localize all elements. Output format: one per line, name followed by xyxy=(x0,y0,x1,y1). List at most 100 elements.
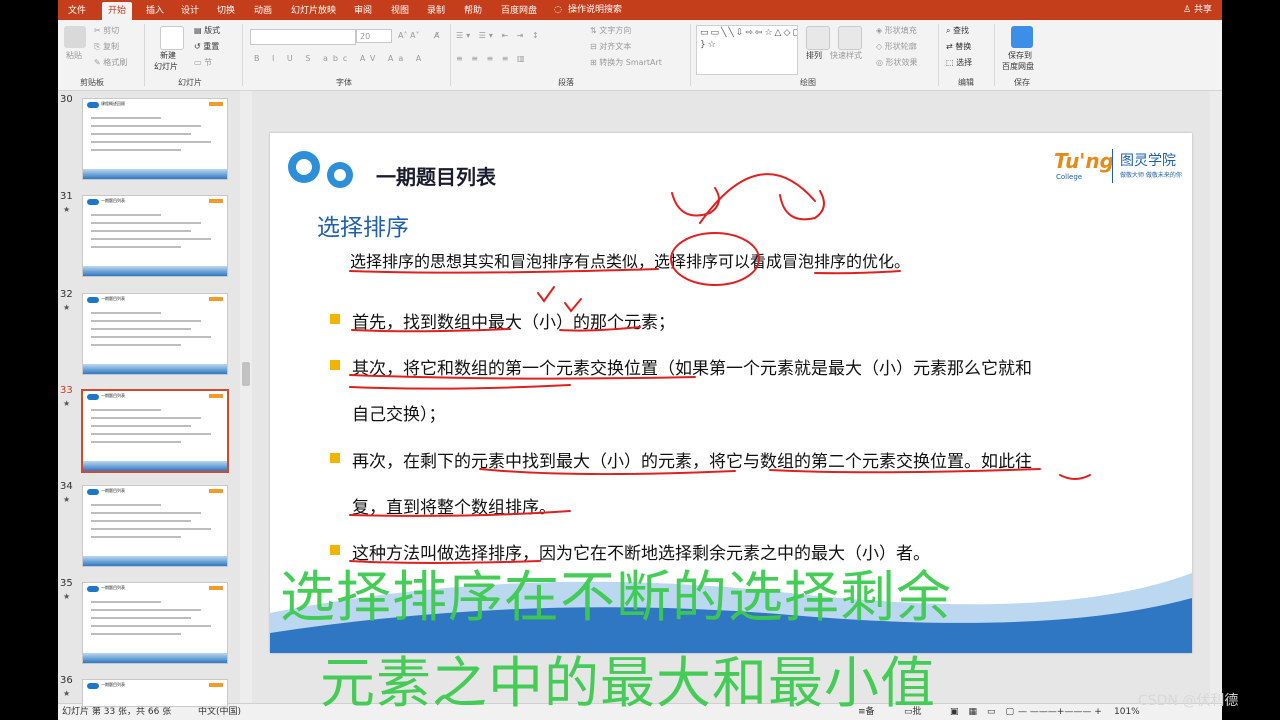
text-line xyxy=(91,441,181,443)
tell-me-search[interactable]: 操作说明搜索 xyxy=(568,3,622,17)
text-line xyxy=(91,222,201,224)
text-line xyxy=(91,617,191,619)
replace-button[interactable]: ⇄ 替换 xyxy=(946,42,971,52)
tab-view[interactable]: 视图 xyxy=(391,2,409,20)
divider xyxy=(994,24,995,86)
format-painter-label: 格式刷 xyxy=(103,58,128,67)
shape-effects-label: 形状效果 xyxy=(885,58,918,67)
overlay-caption-line1: 选择排序在不断的选择剩余 xyxy=(280,565,953,629)
cloud-icon[interactable] xyxy=(1011,26,1033,48)
font-size-dropdown[interactable]: 20 xyxy=(356,29,392,43)
slide-scrollbar[interactable] xyxy=(1210,91,1222,703)
shape-fill-button[interactable]: ◈ 形状填充 xyxy=(876,26,917,36)
quick-styles-icon[interactable] xyxy=(838,26,862,50)
new-slide-button[interactable]: 新建 xyxy=(160,51,176,61)
quick-styles-button[interactable]: 快速样式 xyxy=(830,51,862,61)
slide-thumbnail[interactable]: 一期题目列表 xyxy=(82,679,228,707)
text-line xyxy=(91,625,211,627)
new-slide-icon[interactable] xyxy=(160,26,184,50)
tab-insert[interactable]: 插入 xyxy=(146,2,164,20)
transition-star-icon: ★ xyxy=(63,689,71,698)
grow-font-icon[interactable]: A˄ A˅ xyxy=(398,31,420,41)
paragraph-group-label: 段落 xyxy=(558,78,574,87)
gears-icon xyxy=(87,586,99,592)
tab-slideshow[interactable]: 幻灯片放映 xyxy=(291,2,336,20)
arrange-button[interactable]: 排列 xyxy=(806,51,822,61)
paste-button[interactable]: 粘贴 xyxy=(66,51,82,61)
tab-home[interactable]: 开始 xyxy=(102,2,133,20)
gears-icon xyxy=(87,297,99,303)
text-line xyxy=(91,433,211,435)
tab-baidu-netdisk[interactable]: 百度网盘 xyxy=(501,2,537,20)
smartart-button[interactable]: ⊞ 转换为 SmartArt xyxy=(590,58,662,68)
shape-effects-button[interactable]: ◎ 形状效果 xyxy=(876,58,918,68)
logo xyxy=(209,199,223,203)
text-line xyxy=(91,344,181,346)
find-button[interactable]: ⌕ 查找 xyxy=(946,26,969,36)
tab-review[interactable]: 审阅 xyxy=(354,2,372,20)
logo xyxy=(209,683,223,687)
slide-thumbnail[interactable]: 一期题目列表 xyxy=(82,582,228,664)
thumbnail-scrollbar[interactable] xyxy=(240,91,252,703)
editing-group-label: 编辑 xyxy=(958,78,974,87)
smartart-label: 转换为 SmartArt xyxy=(599,58,662,67)
tab-animations[interactable]: 动画 xyxy=(254,2,272,20)
tab-record[interactable]: 录制 xyxy=(427,2,445,20)
arrange-icon[interactable] xyxy=(806,26,830,50)
slide-number: 30 xyxy=(60,94,73,105)
ribbon-home: 粘贴 ✂ 剪切 ⎘ 复制 ✎ 格式刷 剪贴板 新建 幻灯片 ▤ 版式 ↺ 重置 … xyxy=(58,20,1222,91)
slide-thumbnail[interactable]: 课程概述回顾 xyxy=(82,98,228,180)
transition-star-icon: ★ xyxy=(63,205,71,214)
list-buttons[interactable]: ☰▾ ☰▾ ⇤ ⇥ ↕ xyxy=(456,31,542,41)
layout-button[interactable]: ▤ 版式 xyxy=(194,26,220,36)
align-text-button[interactable]: ⊟ 对齐文本 xyxy=(590,42,631,52)
font-group-label: 字体 xyxy=(336,78,352,87)
gears-icon xyxy=(87,199,99,205)
person-icon: ♙ xyxy=(1183,5,1194,15)
tab-file[interactable]: 文件 xyxy=(68,2,86,20)
save-to-netdisk-button[interactable]: 保存到 xyxy=(1008,51,1032,61)
slide-thumbnail[interactable]: 一期题目列表 xyxy=(82,195,228,277)
save-group-label: 保存 xyxy=(1014,78,1030,87)
slide-thumbnail[interactable]: 一期题目列表 xyxy=(82,485,228,567)
section-button[interactable]: ▭ 节 xyxy=(194,58,212,68)
drawing-group-label: 绘图 xyxy=(800,78,816,87)
divider xyxy=(938,24,939,86)
divider xyxy=(690,24,691,86)
share-label: 共享 xyxy=(1193,5,1212,15)
new-slide-button-line2[interactable]: 幻灯片 xyxy=(154,62,178,72)
paste-icon[interactable] xyxy=(64,26,86,48)
reset-button[interactable]: ↺ 重置 xyxy=(194,42,219,52)
slide-thumbnail[interactable]: 一期题目列表 xyxy=(82,293,228,375)
section-label: 节 xyxy=(204,58,213,67)
zoom-level[interactable]: 101% xyxy=(1114,704,1140,720)
zoom-slider[interactable]: — ———+——— + xyxy=(1018,704,1102,720)
font-style-buttons[interactable]: B I U S abc AV Aa A xyxy=(254,54,426,64)
shapes-gallery[interactable]: ▭▭╲╲⇩⇨⇦☆△◇▢⟂⤴⤵{ }☆ xyxy=(696,25,798,75)
select-button[interactable]: ⬚ 选择 xyxy=(946,58,972,68)
text-line xyxy=(91,133,191,135)
share-button[interactable]: ♙ 共享 xyxy=(1183,2,1212,18)
wave-decoration xyxy=(83,556,227,566)
copy-button[interactable]: ⎘ 复制 xyxy=(94,42,119,52)
tab-transitions[interactable]: 切换 xyxy=(217,2,235,20)
font-name-dropdown[interactable] xyxy=(250,29,356,45)
tab-design[interactable]: 设计 xyxy=(181,2,199,20)
tab-help[interactable]: 帮助 xyxy=(464,2,482,20)
align-buttons[interactable]: ≡ ≡ ≡ ≡ ▥ xyxy=(456,54,528,64)
text-line xyxy=(91,328,191,330)
format-painter-button[interactable]: ✎ 格式刷 xyxy=(94,58,127,68)
clear-format-icon[interactable]: A̸ xyxy=(434,31,439,41)
clipboard-group-label: 剪贴板 xyxy=(80,78,104,87)
logo xyxy=(209,489,223,493)
slide-thumbnail[interactable]: 一期题目列表 xyxy=(81,389,229,473)
thumbnail-scrollbar-thumb[interactable] xyxy=(242,362,250,386)
view-buttons[interactable]: ▣▦▭▢ xyxy=(950,704,1024,720)
slides-group-label: 幻灯片 xyxy=(178,78,202,87)
logo xyxy=(209,102,223,106)
thumbnail-title: 一期题目列表 xyxy=(101,585,125,590)
cut-button[interactable]: ✂ 剪切 xyxy=(94,26,119,36)
shape-outline-button[interactable]: ◇ 形状轮廓 xyxy=(876,42,917,52)
save-to-netdisk-button-line2[interactable]: 百度网盘 xyxy=(1002,62,1034,72)
text-direction-button[interactable]: ⇅ 文字方向 xyxy=(590,26,631,36)
